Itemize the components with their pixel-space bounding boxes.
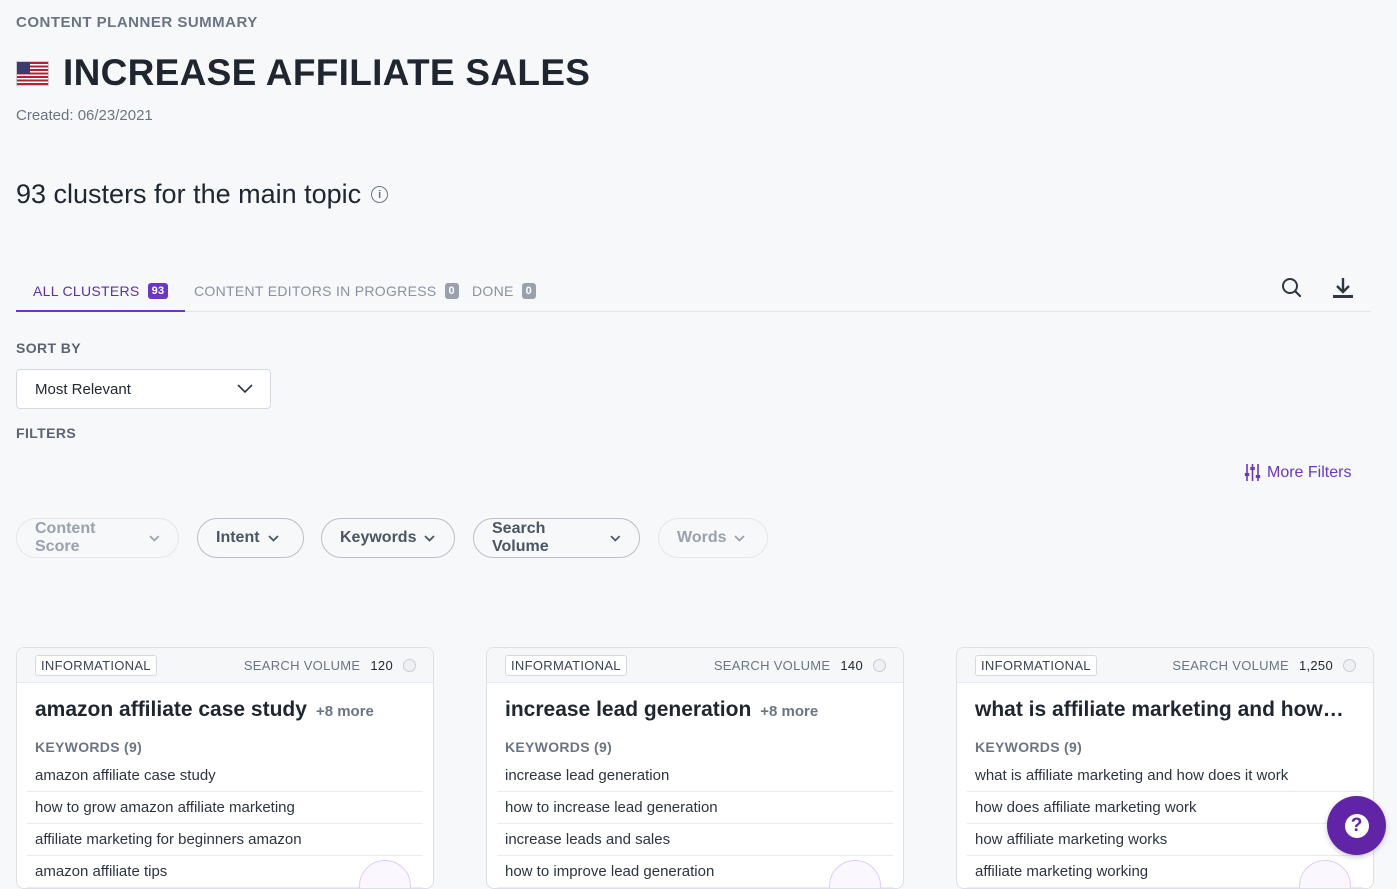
- card-header: INFORMATIONAL SEARCH VOLUME 1,250: [957, 648, 1373, 683]
- keyword-list: increase lead generation how to increase…: [497, 760, 893, 888]
- filter-chip-intent[interactable]: Intent: [197, 518, 304, 558]
- more-keywords-link[interactable]: +8 more: [760, 703, 818, 720]
- intent-badge: INFORMATIONAL: [975, 654, 1097, 676]
- filter-chip-words[interactable]: Words: [658, 518, 768, 558]
- sort-select-value: Most Relevant: [35, 380, 131, 398]
- search-volume: SEARCH VOLUME 1,250: [1172, 648, 1356, 682]
- chevron-down-icon: [424, 534, 436, 542]
- tab-done[interactable]: DONE 0: [472, 271, 537, 311]
- keyword-item: affiliate marketing for beginners amazon: [27, 824, 423, 856]
- select-radio[interactable]: [1343, 658, 1356, 672]
- search-volume-value: 1,250: [1298, 657, 1333, 673]
- filter-chip-keywords[interactable]: Keywords: [321, 518, 455, 558]
- card-title: what is affiliate marketing and how does…: [975, 698, 1355, 722]
- select-radio[interactable]: [873, 658, 886, 672]
- keyword-list: what is affiliate marketing and how does…: [967, 760, 1363, 888]
- download-icon[interactable]: [1329, 274, 1357, 302]
- help-button[interactable]: ?: [1327, 796, 1386, 855]
- sliders-icon: [1244, 464, 1261, 481]
- created-date: Created: 06/23/2021: [16, 107, 153, 124]
- search-volume-value: 140: [840, 657, 863, 673]
- page-eyebrow: CONTENT PLANNER SUMMARY: [16, 14, 258, 31]
- filter-chip-content-score[interactable]: Content Score: [16, 518, 179, 558]
- keyword-item: increase leads and sales: [497, 824, 893, 856]
- card-title-text[interactable]: what is affiliate marketing and how does…: [975, 698, 1346, 722]
- search-volume-label: SEARCH VOLUME: [1172, 657, 1289, 673]
- keyword-item: how does affiliate marketing work: [967, 792, 1363, 824]
- more-filters-label: More Filters: [1267, 463, 1352, 481]
- title-row: INCREASE AFFILIATE SALES: [16, 52, 590, 94]
- search-volume: SEARCH VOLUME 120: [244, 648, 416, 682]
- filter-chip-search-volume[interactable]: Search Volume: [473, 518, 640, 558]
- search-volume-value: 120: [370, 657, 393, 673]
- keyword-item: how affiliate marketing works: [967, 824, 1363, 856]
- filters-label: FILTERS: [16, 425, 77, 441]
- us-flag-icon: [16, 60, 49, 86]
- chevron-down-icon: [734, 534, 746, 542]
- tab-label: CONTENT EDITORS IN PROGRESS: [194, 283, 437, 299]
- tab-label: ALL CLUSTERS: [33, 282, 140, 299]
- keyword-list: amazon affiliate case study how to grow …: [27, 760, 423, 888]
- keyword-item: how to increase lead generation: [497, 792, 893, 824]
- more-filters-button[interactable]: More Filters: [1244, 463, 1351, 482]
- cluster-tabs: ALL CLUSTERS 93 CONTENT EDITORS IN PROGR…: [16, 271, 1371, 312]
- tab-all-clusters[interactable]: ALL CLUSTERS 93: [16, 271, 186, 312]
- search-volume-label: SEARCH VOLUME: [243, 657, 361, 673]
- tab-count-badge: 0: [444, 283, 459, 299]
- card-title: increase lead generation +8 more: [505, 698, 885, 722]
- card-header: INFORMATIONAL SEARCH VOLUME 140: [487, 648, 903, 683]
- cluster-card[interactable]: INFORMATIONAL SEARCH VOLUME 140 increase…: [486, 647, 904, 889]
- chip-label: Words: [677, 529, 727, 546]
- tab-count-badge: 0: [521, 283, 537, 299]
- question-icon: ?: [1344, 813, 1369, 838]
- search-volume-label: SEARCH VOLUME: [713, 657, 831, 673]
- tab-content-editors-in-progress[interactable]: CONTENT EDITORS IN PROGRESS 0: [194, 271, 459, 311]
- keyword-item: increase lead generation: [497, 760, 893, 792]
- chip-label: Search Volume: [492, 520, 549, 555]
- search-icon[interactable]: [1278, 274, 1306, 302]
- search-volume: SEARCH VOLUME 140: [714, 648, 886, 682]
- chevron-down-icon: [267, 534, 279, 542]
- chip-label: Content Score: [35, 520, 96, 555]
- page-title: INCREASE AFFILIATE SALES: [63, 52, 591, 93]
- select-radio[interactable]: [403, 658, 416, 672]
- intent-badge: INFORMATIONAL: [35, 654, 157, 676]
- keyword-item: how to grow amazon affiliate marketing: [27, 792, 423, 824]
- tab-count-badge: 93: [147, 282, 169, 299]
- card-header: INFORMATIONAL SEARCH VOLUME 120: [17, 648, 433, 683]
- chevron-down-icon: [149, 534, 160, 542]
- chevron-down-icon: [237, 384, 253, 394]
- chip-label: Intent: [216, 529, 260, 546]
- keyword-item: what is affiliate marketing and how does…: [967, 760, 1363, 792]
- clusters-heading: 93 clusters for the main topic i: [16, 179, 389, 210]
- keywords-label: KEYWORDS (9): [35, 739, 143, 755]
- intent-badge: INFORMATIONAL: [505, 654, 627, 676]
- chevron-down-icon: [610, 534, 621, 542]
- sort-select[interactable]: Most Relevant: [16, 369, 271, 409]
- cluster-card[interactable]: INFORMATIONAL SEARCH VOLUME 1,250 what i…: [956, 647, 1374, 889]
- info-icon[interactable]: i: [371, 186, 389, 203]
- card-title-text[interactable]: amazon affiliate case study: [35, 698, 307, 722]
- card-title-text[interactable]: increase lead generation: [505, 698, 751, 722]
- cluster-card[interactable]: INFORMATIONAL SEARCH VOLUME 120 amazon a…: [16, 647, 434, 889]
- more-keywords-link[interactable]: +8 more: [316, 703, 374, 720]
- card-title: amazon affiliate case study +8 more: [35, 698, 415, 722]
- tab-label: DONE: [472, 283, 514, 299]
- clusters-heading-text: 93 clusters for the main topic: [16, 179, 362, 209]
- keyword-item: amazon affiliate case study: [27, 760, 423, 792]
- chip-label: Keywords: [340, 529, 417, 546]
- sort-by-label: SORT BY: [16, 340, 82, 356]
- keywords-label: KEYWORDS (9): [505, 739, 613, 755]
- keywords-label: KEYWORDS (9): [975, 739, 1083, 755]
